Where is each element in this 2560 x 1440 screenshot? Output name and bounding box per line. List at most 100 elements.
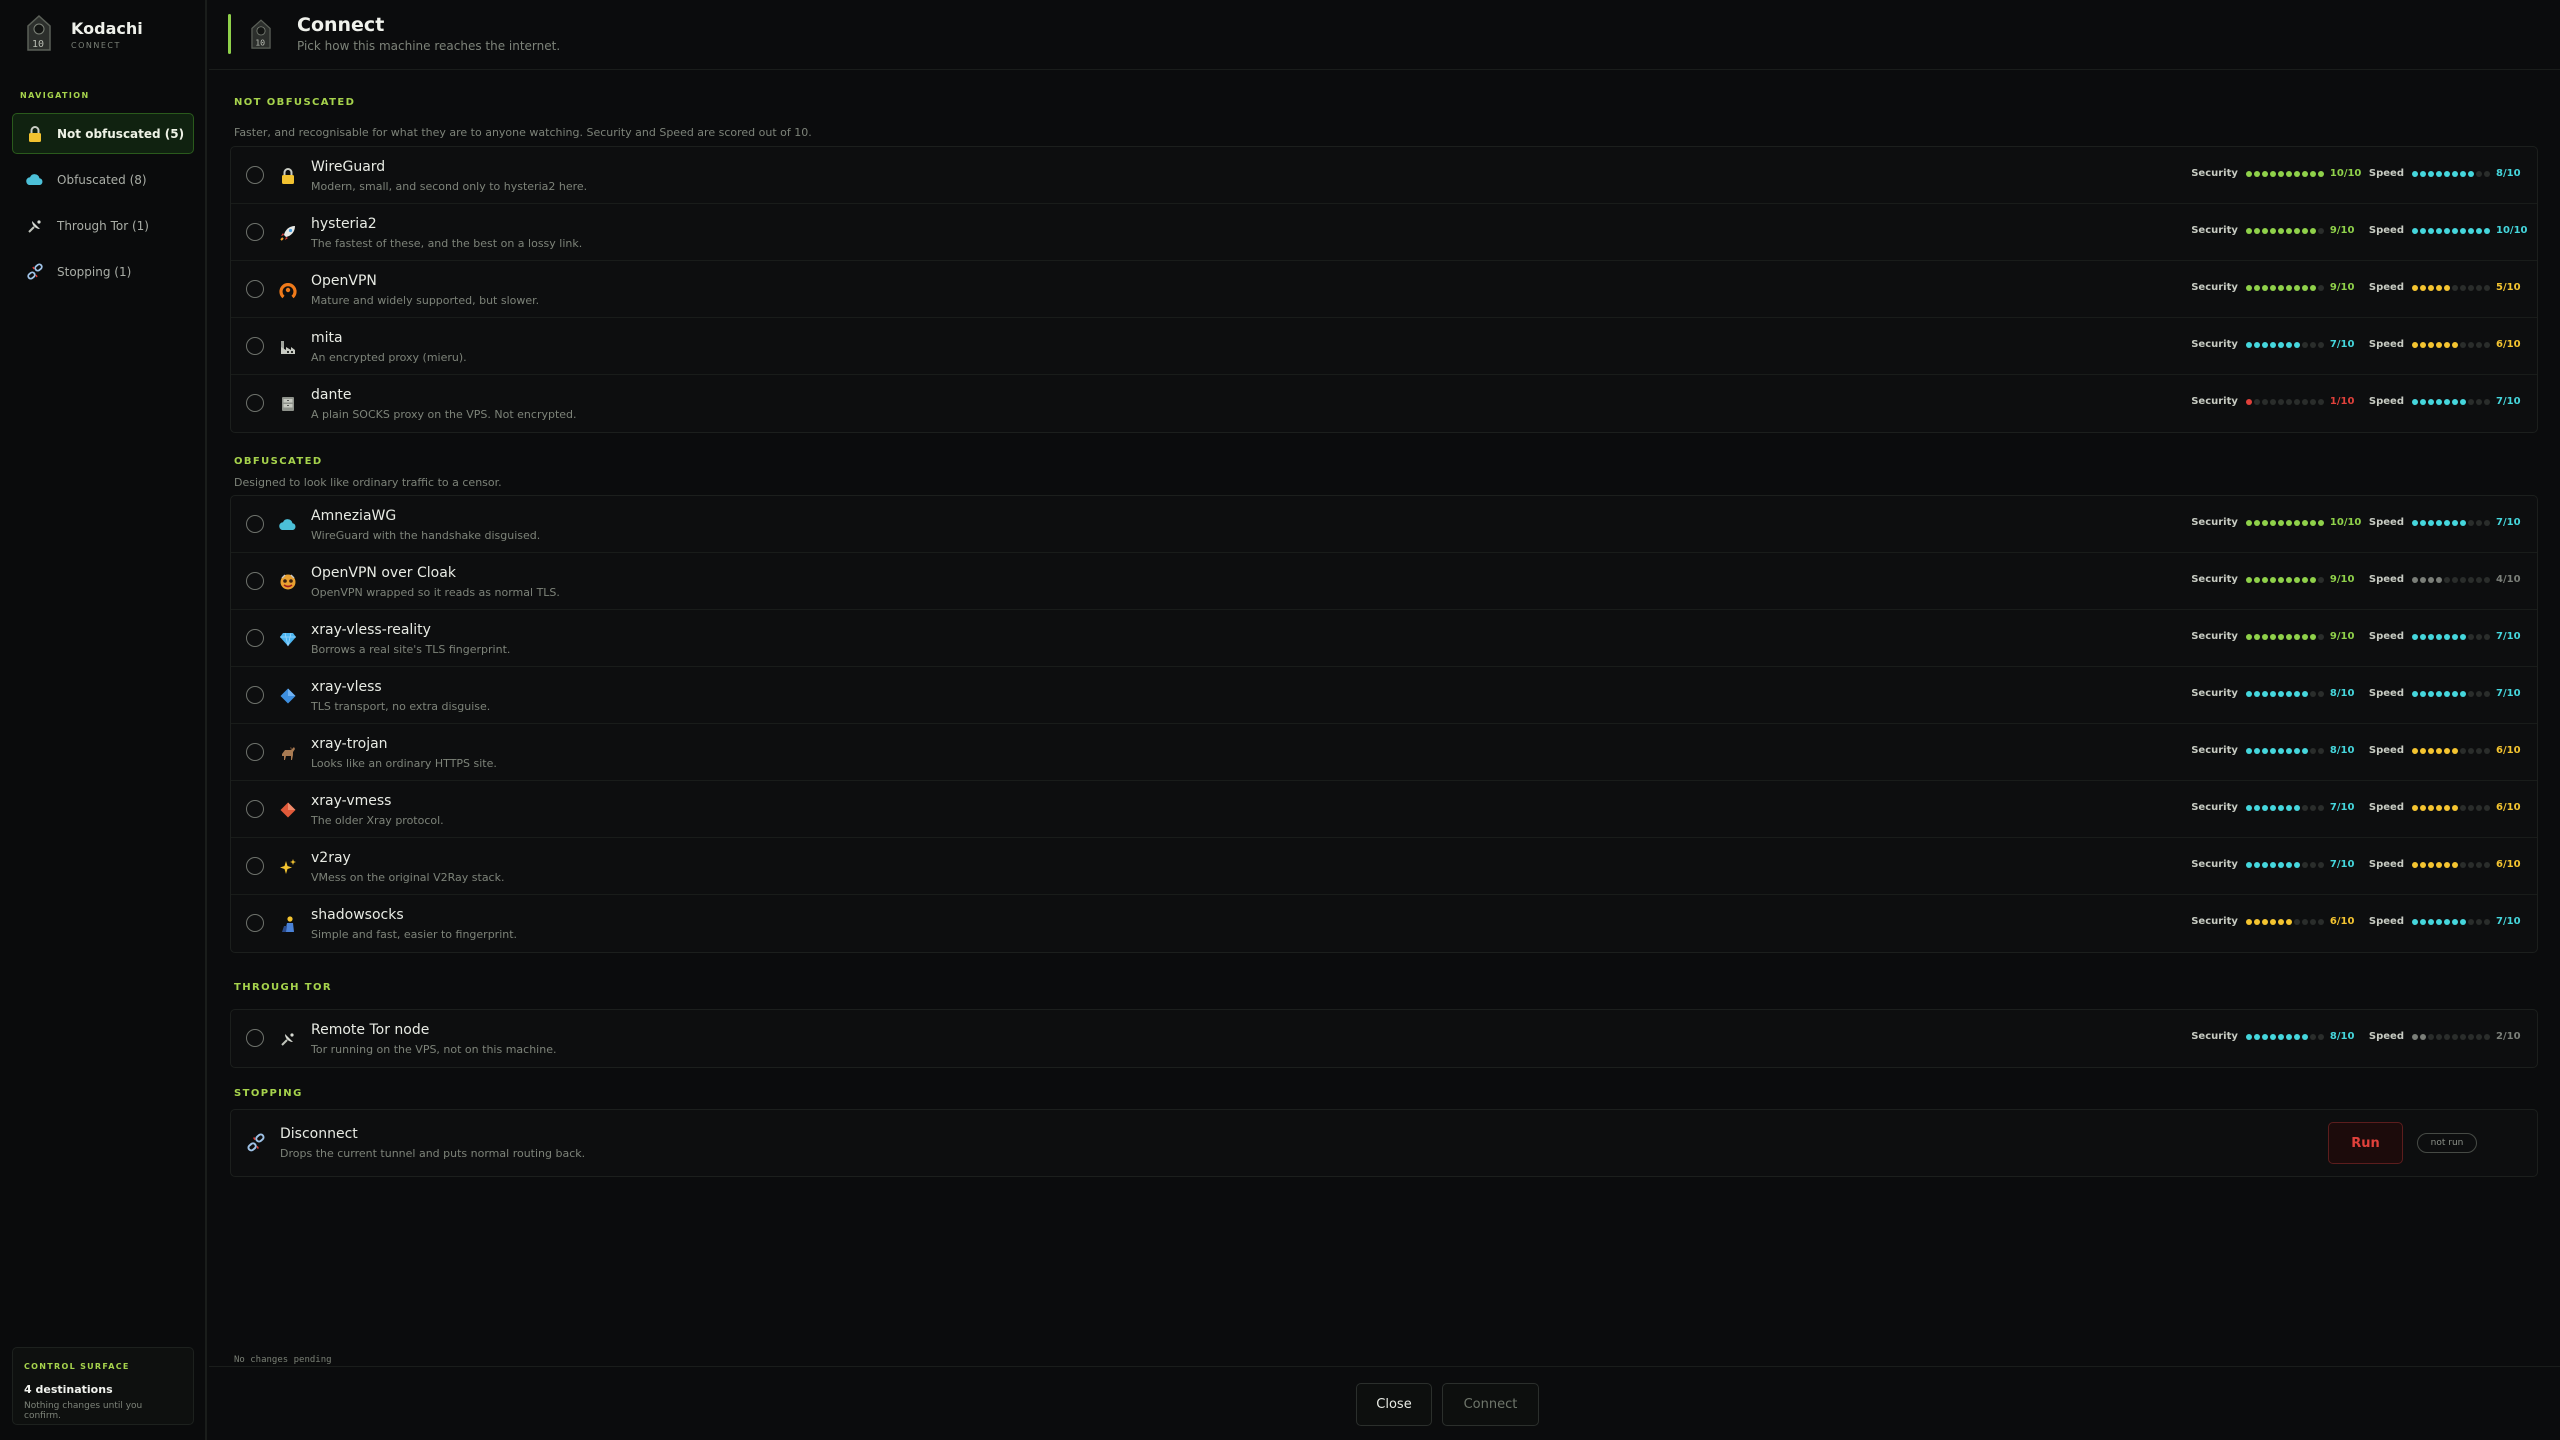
sidebar-item-through-tor[interactable]: Through Tor (1)	[12, 205, 194, 246]
protocol-row-xray-vless-reality[interactable]: xray-vless-reality Borrows a real site's …	[231, 610, 2537, 667]
score-dot	[2460, 861, 2466, 868]
score-dot	[2484, 1033, 2490, 1040]
score-dot	[2285, 341, 2292, 348]
security-value: 10/10	[2329, 517, 2362, 528]
protocol-row-amneziawg[interactable]: AmneziaWG WireGuard with the handshake di…	[231, 496, 2537, 553]
score-dot	[2245, 804, 2252, 811]
score-dot	[2269, 918, 2276, 925]
score-dot	[2484, 918, 2490, 925]
protocol-radio[interactable]	[246, 743, 264, 761]
protocol-row-hysteria2[interactable]: hysteria2 The fastest of these, and the b…	[231, 204, 2537, 261]
score-dot	[2476, 341, 2482, 348]
protocol-radio[interactable]	[246, 1029, 264, 1047]
shadow-figure-icon	[278, 914, 298, 934]
speed-value: 6/10	[2496, 745, 2521, 756]
score-dot	[2245, 398, 2252, 405]
score-dot	[2460, 170, 2466, 177]
security-meter	[2245, 1033, 2324, 1040]
protocol-row-shadowsocks[interactable]: shadowsocks Simple and fast, easier to fi…	[231, 895, 2537, 952]
sidebar-item-obfuscated[interactable]: Obfuscated (8)	[12, 159, 194, 200]
score-dot	[2468, 284, 2474, 291]
score-dot	[2484, 633, 2490, 640]
score-dot	[2468, 519, 2474, 526]
protocol-radio[interactable]	[246, 857, 264, 875]
score-dot	[2420, 918, 2426, 925]
score-dot	[2452, 519, 2458, 526]
protocol-radio[interactable]	[246, 280, 264, 298]
protocol-scores: Security 8/10 Speed 6/10	[2191, 745, 2522, 756]
score-dot	[2436, 804, 2442, 811]
protocol-radio[interactable]	[246, 337, 264, 355]
security-label: Security	[2191, 802, 2238, 813]
protocol-scores: Security 9/10 Speed 4/10	[2191, 574, 2522, 585]
score-dot	[2436, 633, 2442, 640]
protocol-name: v2ray	[311, 850, 351, 866]
protocol-row-openvpn[interactable]: OpenVPN Mature and widely supported, but …	[231, 261, 2537, 318]
security-label: Security	[2191, 574, 2238, 585]
speed-value: 10/10	[2496, 225, 2528, 236]
score-dot	[2293, 861, 2300, 868]
score-dot	[2285, 398, 2292, 405]
score-dot	[2309, 341, 2316, 348]
protocol-row-xray-vmess[interactable]: xray-vmess The older Xray protocol. Securi…	[231, 781, 2537, 838]
section-title-stopping: STOPPING	[234, 1088, 303, 1099]
security-value: 7/10	[2329, 339, 2355, 350]
run-button[interactable]: Run	[2328, 1122, 2403, 1164]
kodachi-logo-icon: 10	[251, 19, 271, 49]
score-dot	[2293, 633, 2300, 640]
sidebar-item-not-obfuscated[interactable]: Not obfuscated (5)	[12, 113, 194, 154]
score-dot	[2269, 284, 2276, 291]
score-dot	[2285, 227, 2292, 234]
score-dot	[2468, 918, 2474, 925]
protocol-radio[interactable]	[246, 394, 264, 412]
score-dot	[2428, 918, 2434, 925]
score-dot	[2412, 398, 2418, 405]
score-dot	[2460, 341, 2466, 348]
protocol-radio[interactable]	[246, 800, 264, 818]
close-button[interactable]: Close	[1356, 1383, 1432, 1426]
security-value: 8/10	[2329, 745, 2355, 756]
protocol-name: xray-trojan	[311, 736, 388, 752]
protocol-row-mita[interactable]: mita An encrypted proxy (mieru). Security 7…	[231, 318, 2537, 375]
score-dot	[2476, 170, 2482, 177]
score-dot	[2293, 918, 2300, 925]
security-meter	[2245, 519, 2324, 526]
sidebar-item-stopping[interactable]: Stopping (1)	[12, 251, 194, 292]
protocol-row-xray-vless[interactable]: xray-vless TLS transport, no extra disgui…	[231, 667, 2537, 724]
security-label: Security	[2191, 339, 2238, 350]
protocol-row-dante[interactable]: dante A plain SOCKS proxy on the VPS. Not…	[231, 375, 2537, 432]
score-dot	[2261, 918, 2268, 925]
connect-button[interactable]: Connect	[1442, 1383, 1539, 1426]
protocol-scores: Security 9/10 Speed 7/10	[2191, 631, 2522, 642]
protocol-radio[interactable]	[246, 223, 264, 241]
protocol-row-wireguard[interactable]: WireGuard Modern, small, and second only …	[231, 147, 2537, 204]
protocol-row-xray-trojan[interactable]: xray-trojan Looks like an ordinary HTTPS …	[231, 724, 2537, 781]
speed-meter	[2412, 1033, 2490, 1040]
protocol-radio[interactable]	[246, 686, 264, 704]
protocol-radio[interactable]	[246, 914, 264, 932]
score-dot	[2301, 341, 2308, 348]
score-dot	[2452, 633, 2458, 640]
protocol-row-openvpn-over-cloak[interactable]: OpenVPN over Cloak OpenVPN wrapped so it …	[231, 553, 2537, 610]
app-subtitle: CONNECT	[71, 40, 121, 50]
score-dot	[2444, 918, 2450, 925]
score-dot	[2317, 170, 2324, 177]
protocol-row-v2ray[interactable]: v2ray VMess on the original V2Ray stack. S…	[231, 838, 2537, 895]
score-dot	[2317, 861, 2324, 868]
score-dot	[2317, 519, 2324, 526]
security-meter	[2245, 918, 2324, 925]
protocol-radio[interactable]	[246, 166, 264, 184]
protocol-radio[interactable]	[246, 629, 264, 647]
speed-value: 5/10	[2496, 282, 2521, 293]
protocol-row-remote-tor-node[interactable]: Remote Tor node Tor running on the VPS, n…	[231, 1010, 2537, 1067]
speed-value: 7/10	[2496, 631, 2521, 642]
header-accent-bar	[228, 14, 231, 54]
score-dot	[2269, 690, 2276, 697]
security-meter	[2245, 804, 2324, 811]
protocol-scores: Security 7/10 Speed 6/10	[2191, 802, 2522, 813]
score-dot	[2277, 1033, 2284, 1040]
protocol-radio[interactable]	[246, 515, 264, 533]
gem-icon	[278, 629, 298, 649]
security-meter	[2245, 341, 2324, 348]
protocol-radio[interactable]	[246, 572, 264, 590]
